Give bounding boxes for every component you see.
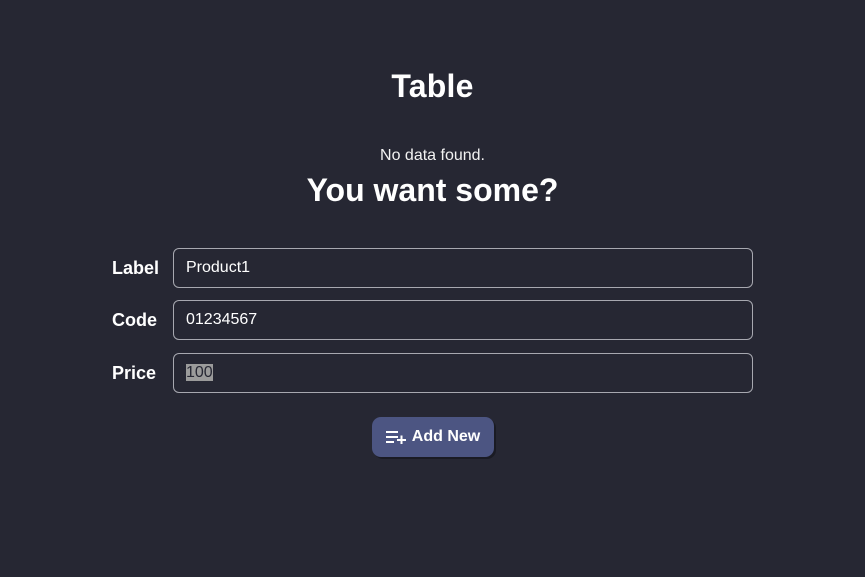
- label-input-value: Product1: [186, 259, 251, 276]
- add-new-button[interactable]: Add New: [372, 417, 494, 457]
- empty-state-prompt: You want some?: [306, 172, 559, 208]
- label-input[interactable]: Product1: [173, 248, 753, 288]
- price-input[interactable]: 100: [173, 353, 753, 393]
- page: Table No data found. You want some? Labe…: [0, 0, 865, 577]
- code-field-label: Code: [112, 310, 157, 330]
- form-row-price: Price 100: [112, 353, 753, 393]
- empty-state-message: No data found.: [380, 147, 485, 164]
- label-field-label: Label: [112, 258, 160, 278]
- price-input-value: 100: [186, 364, 213, 381]
- playlist-add-icon: [385, 430, 406, 444]
- code-input-value: 01234567: [186, 311, 258, 328]
- form-row-code: Code 01234567: [112, 300, 753, 340]
- page-title: Table: [391, 68, 474, 104]
- code-input[interactable]: 01234567: [173, 300, 753, 340]
- price-field-label: Price: [112, 363, 157, 383]
- add-new-button-label: Add New: [411, 428, 481, 445]
- form-row-label: Label Product1: [112, 248, 753, 288]
